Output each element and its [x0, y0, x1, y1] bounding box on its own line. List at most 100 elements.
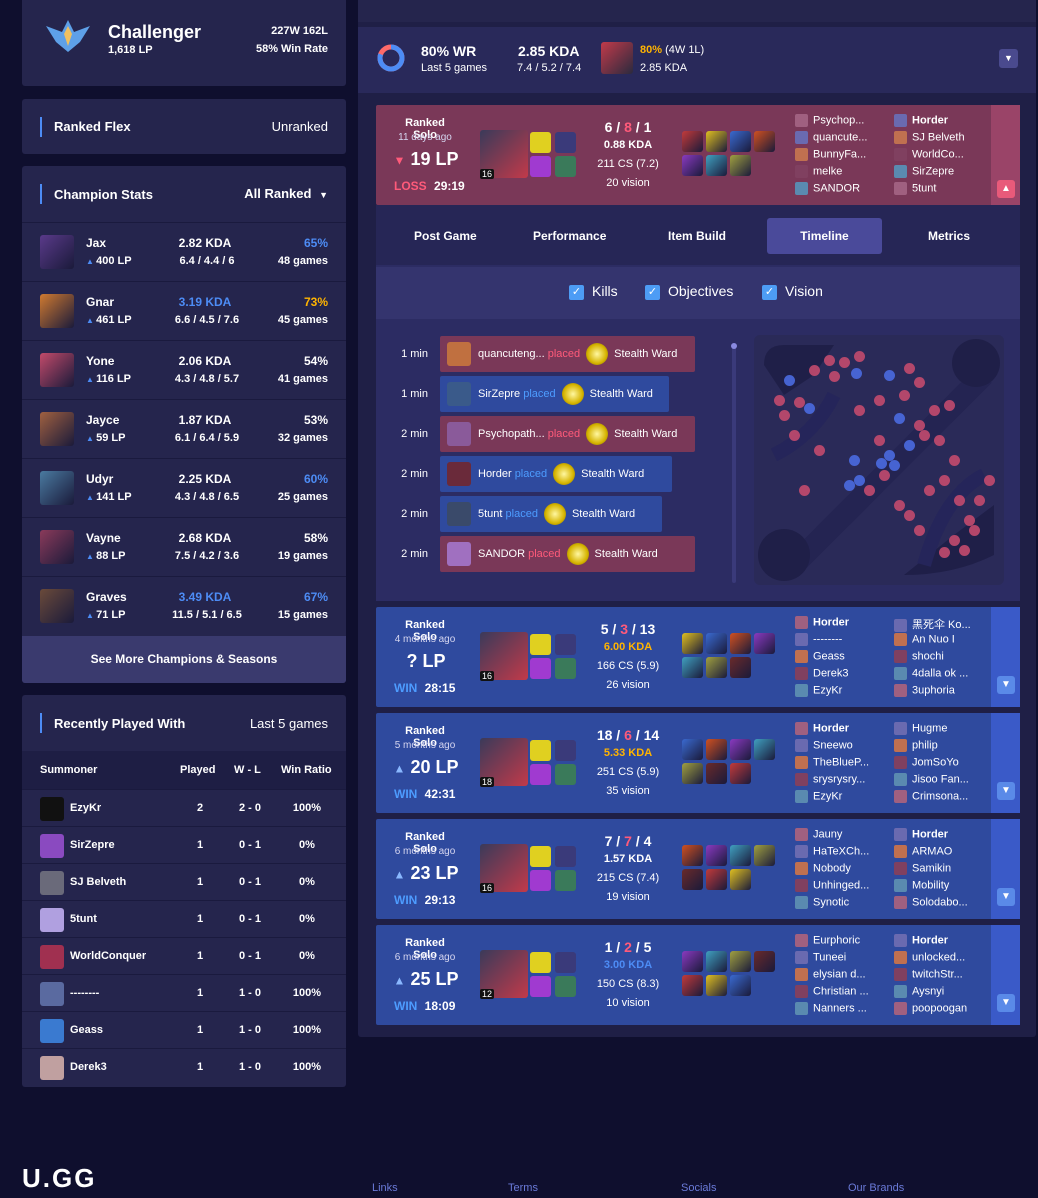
tab-performance[interactable]: Performance	[533, 229, 606, 243]
player-entry[interactable]: elysian d...	[795, 968, 875, 981]
player-entry[interactable]: Crimsona...	[894, 790, 974, 803]
chevron-up-icon[interactable]: ▲	[997, 180, 1015, 198]
checkbox-checked-icon[interactable]: ✓	[569, 284, 584, 300]
player-entry[interactable]: Tuneei	[795, 951, 875, 964]
player-entry[interactable]: Hugme	[894, 722, 974, 735]
champion-stat-row[interactable]: Jayce ▲ 59 LP 1.87 KDA 6.1 / 6.4 / 5.9 5…	[22, 399, 346, 458]
filter-kills[interactable]: ✓ Kills	[569, 283, 618, 300]
player-entry[interactable]: TheBlueP...	[795, 756, 875, 769]
footer-link-links[interactable]: Links	[372, 1182, 398, 1194]
recent-player-row[interactable]: 5tunt 1 0 - 1 0%	[22, 900, 346, 937]
player-entry[interactable]: Horder	[894, 828, 974, 841]
champion-stat-row[interactable]: Graves ▲ 71 LP 3.49 KDA 11.5 / 5.1 / 6.5…	[22, 576, 346, 635]
recent-player-row[interactable]: EzyKr 2 2 - 0 100%	[22, 789, 346, 826]
expand-toggle[interactable]: ▲	[991, 105, 1020, 205]
player-entry[interactable]: Solodabo...	[894, 896, 974, 909]
tab-timeline[interactable]: Timeline	[767, 218, 882, 254]
chevron-down-icon[interactable]: ▼	[997, 782, 1015, 800]
expand-toggle[interactable]: ▼	[991, 925, 1020, 1025]
player-entry[interactable]: WorldCo...	[894, 148, 974, 161]
player-entry[interactable]: Nobody	[795, 862, 875, 875]
champion-stat-row[interactable]: Udyr ▲ 141 LP 2.25 KDA 4.3 / 4.8 / 6.5 6…	[22, 458, 346, 517]
summoner-name[interactable]: EzyKr	[70, 802, 101, 814]
player-entry[interactable]: HaTeXCh...	[795, 845, 875, 858]
player-entry[interactable]: 4dalla ok ...	[894, 667, 974, 680]
summoner-name[interactable]: WorldConquer	[70, 950, 146, 962]
chevron-down-icon[interactable]: ▼	[997, 676, 1015, 694]
player-entry[interactable]: Synotic	[795, 896, 875, 909]
ugg-logo[interactable]: U.GG	[22, 1163, 96, 1194]
summary-expand-button[interactable]: ▼	[999, 49, 1018, 68]
player-entry[interactable]: Nanners ...	[795, 1002, 875, 1015]
see-more-button[interactable]: See More Champions & Seasons	[22, 636, 346, 683]
player-entry[interactable]: Derek3	[795, 667, 875, 680]
player-entry[interactable]: quancute...	[795, 131, 875, 144]
recent-player-row[interactable]: Derek3 1 1 - 0 100%	[22, 1048, 346, 1085]
match-card[interactable]: Ranked Solo 6 months ago ▲ 23 LP WIN 29:…	[376, 819, 1020, 919]
player-entry[interactable]: poopoogan	[894, 1002, 974, 1015]
match-card[interactable]: Ranked Solo 4 months ago ? LP WIN 28:15 …	[376, 607, 1020, 707]
player-entry[interactable]: twitchStr...	[894, 968, 974, 981]
player-entry[interactable]: Samikin	[894, 862, 974, 875]
recent-player-row[interactable]: Geass 1 1 - 0 100%	[22, 1011, 346, 1048]
timeline-scrollbar[interactable]	[731, 343, 737, 583]
player-entry[interactable]: Horder	[795, 616, 875, 629]
player-entry[interactable]: 5tunt	[894, 182, 974, 195]
recent-player-row[interactable]: -------- 1 1 - 0 100%	[22, 974, 346, 1011]
recent-player-row[interactable]: SJ Belveth 1 0 - 1 0%	[22, 863, 346, 900]
player-entry[interactable]: EzyKr	[795, 790, 875, 803]
expand-toggle[interactable]: ▼	[991, 607, 1020, 707]
player-entry[interactable]: Jisoo Fan...	[894, 773, 974, 786]
footer-link-brands[interactable]: Our Brands	[848, 1182, 904, 1194]
player-entry[interactable]: --------	[795, 633, 875, 646]
player-entry[interactable]: shochi	[894, 650, 974, 663]
filter-vision[interactable]: ✓ Vision	[762, 283, 823, 300]
champion-stat-row[interactable]: Vayne ▲ 88 LP 2.68 KDA 7.5 / 4.2 / 3.6 5…	[22, 517, 346, 576]
player-entry[interactable]: SJ Belveth	[894, 131, 974, 144]
filter-objectives[interactable]: ✓ Objectives	[645, 283, 733, 300]
recent-player-row[interactable]: WorldConquer 1 0 - 1 0%	[22, 937, 346, 974]
champion-stats-filter[interactable]: All Ranked ▼	[244, 186, 328, 201]
champion-stat-row[interactable]: Gnar ▲ 461 LP 3.19 KDA 6.6 / 4.5 / 7.6 7…	[22, 281, 346, 340]
player-entry[interactable]: BunnyFa...	[795, 148, 875, 161]
tab-post-game[interactable]: Post Game	[414, 229, 477, 243]
player-entry[interactable]: unlocked...	[894, 951, 974, 964]
tab-item-build[interactable]: Item Build	[668, 229, 726, 243]
player-entry[interactable]: Aysnyi	[894, 985, 974, 998]
player-entry[interactable]: philip	[894, 739, 974, 752]
match-card[interactable]: Ranked Solo 5 months ago ▲ 20 LP WIN 42:…	[376, 713, 1020, 813]
player-entry[interactable]: Mobility	[894, 879, 974, 892]
footer-link-terms[interactable]: Terms	[508, 1182, 538, 1194]
player-entry[interactable]: ARMAO	[894, 845, 974, 858]
chevron-down-icon[interactable]: ▼	[997, 994, 1015, 1012]
summoner-name[interactable]: Geass	[70, 1024, 103, 1036]
summoner-name[interactable]: Derek3	[70, 1061, 107, 1073]
tab-metrics[interactable]: Metrics	[928, 229, 970, 243]
player-entry[interactable]: Unhinged...	[795, 879, 875, 892]
scroll-thumb[interactable]	[731, 343, 737, 349]
champion-stat-row[interactable]: Yone ▲ 116 LP 2.06 KDA 4.3 / 4.8 / 5.7 5…	[22, 340, 346, 399]
summoner-name[interactable]: SirZepre	[70, 839, 115, 851]
checkbox-checked-icon[interactable]: ✓	[645, 284, 660, 300]
player-entry[interactable]: Horder	[894, 114, 974, 127]
champion-stat-row[interactable]: Jax ▲ 400 LP 2.82 KDA 6.4 / 4.4 / 6 65% …	[22, 222, 346, 281]
expand-toggle[interactable]: ▼	[991, 819, 1020, 919]
player-entry[interactable]: Christian ...	[795, 985, 875, 998]
recent-player-row[interactable]: SirZepre 1 0 - 1 0%	[22, 826, 346, 863]
summoner-name[interactable]: --------	[70, 987, 99, 999]
player-entry[interactable]: Jauny	[795, 828, 875, 841]
player-entry[interactable]: 3uphoria	[894, 684, 974, 697]
player-entry[interactable]: JomSoYo	[894, 756, 974, 769]
expand-toggle[interactable]: ▼	[991, 713, 1020, 813]
player-entry[interactable]: Horder	[795, 722, 875, 735]
player-entry[interactable]: Sneewo	[795, 739, 875, 752]
player-entry[interactable]: srysrysry...	[795, 773, 875, 786]
player-entry[interactable]: Horder	[894, 934, 974, 947]
player-entry[interactable]: 黑死伞 Ko...	[894, 616, 974, 632]
player-entry[interactable]: An Nuo I	[894, 633, 974, 646]
match-card[interactable]: Ranked Solo 6 months ago ▲ 25 LP WIN 18:…	[376, 925, 1020, 1025]
player-entry[interactable]: EzyKr	[795, 684, 875, 697]
player-entry[interactable]: SirZepre	[894, 165, 974, 178]
summoner-name[interactable]: SJ Belveth	[70, 876, 126, 888]
match-card[interactable]: Ranked Solo 11 days ago ▼ 19 LP LOSS 29:…	[376, 105, 1020, 205]
